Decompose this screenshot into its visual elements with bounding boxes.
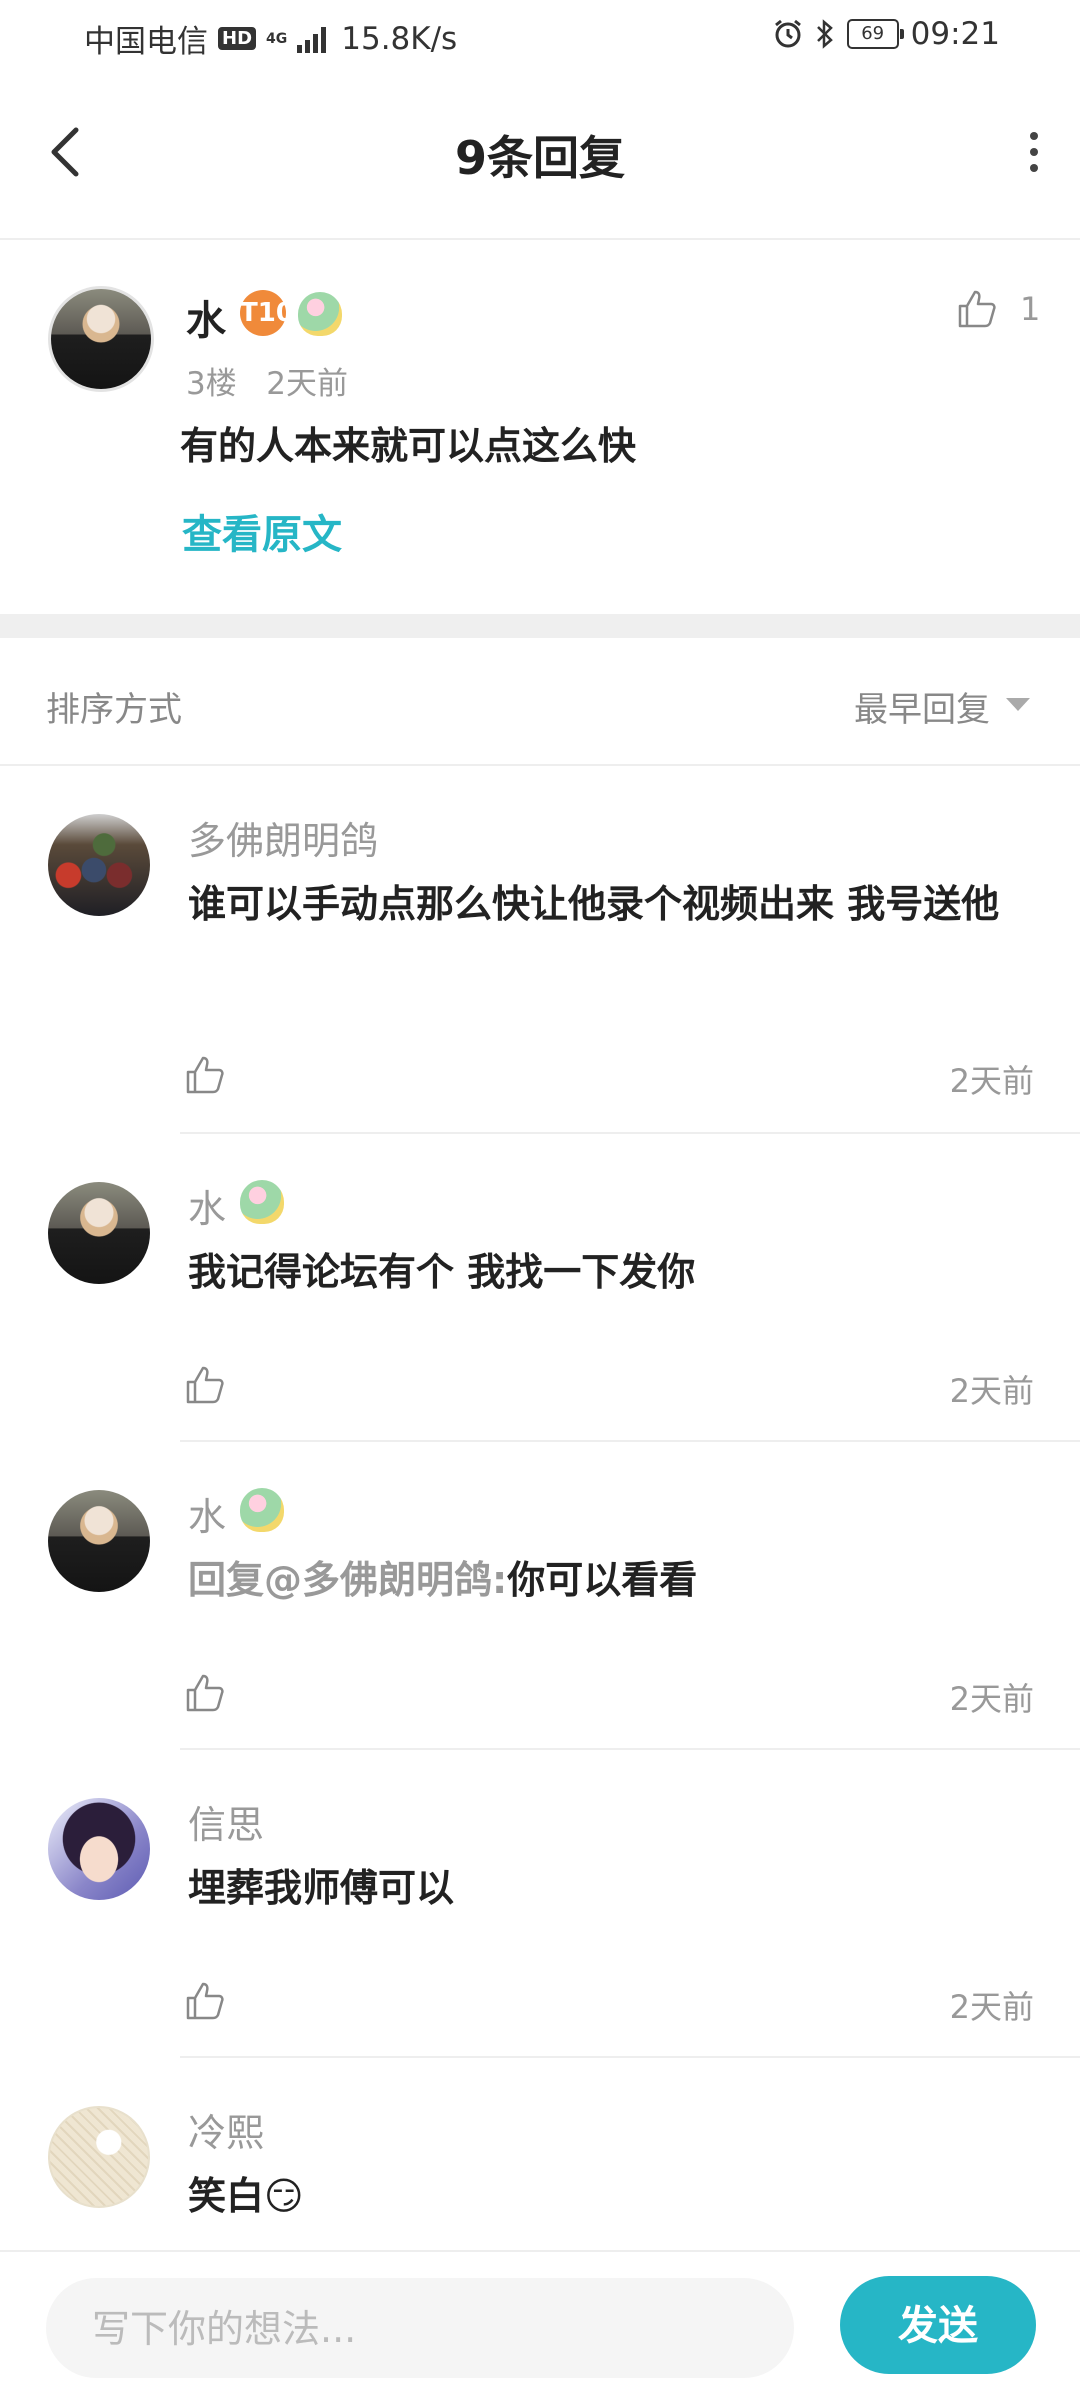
- bird-badge-icon: [240, 1488, 284, 1532]
- send-button[interactable]: 发送: [840, 2276, 1036, 2374]
- status-right: 69 09:21: [773, 16, 1000, 52]
- reply-text: 我记得论坛有个 我找一下发你: [188, 1250, 696, 1294]
- chevron-down-icon[interactable]: [1006, 698, 1030, 711]
- section-divider: [0, 614, 1080, 638]
- network-type: 4G: [266, 30, 288, 47]
- reply-text: 回复@多佛朗明鸽:你可以看看: [188, 1550, 1018, 1610]
- reply-time: 2天前: [949, 1372, 1034, 1410]
- reply-item: 水 我记得论坛有个 我找一下发你 2天前: [0, 1134, 1080, 1442]
- reply-text: 谁可以手动点那么快让他录个视频出来 我号送他: [188, 882, 1000, 926]
- reply-author[interactable]: 多佛朗明鸽: [188, 810, 378, 865]
- avatar[interactable]: [48, 286, 154, 392]
- status-left: 中国电信 HD 4G 15.8K/s: [84, 16, 457, 61]
- battery-icon: 69: [846, 19, 904, 49]
- mention-link[interactable]: 回复@多佛朗明鸽:: [188, 1558, 507, 1602]
- level-badge: T10: [240, 290, 294, 336]
- clock: 09:21: [910, 16, 1000, 52]
- sort-label: 排序方式: [46, 690, 182, 730]
- main-comment: 水 T10 1 3楼 2天前 有的人本来就可以点这么快 查看原文: [0, 240, 1080, 612]
- reply-time: 2天前: [949, 1680, 1034, 1718]
- avatar[interactable]: [48, 1182, 150, 1284]
- avatar[interactable]: [48, 1798, 150, 1900]
- sort-bar: 排序方式 最早回复: [0, 638, 1080, 766]
- reply-author[interactable]: 冷熙: [188, 2102, 264, 2157]
- reply-author[interactable]: 信思: [188, 1794, 264, 1849]
- bird-badge-icon: [240, 1180, 284, 1224]
- signal-icon: [297, 26, 327, 53]
- reply-item: 水 回复@多佛朗明鸽:你可以看看 2天前: [0, 1442, 1080, 1750]
- network-speed: 15.8K/s: [341, 20, 458, 57]
- thumbs-up-icon[interactable]: [184, 1364, 226, 1406]
- reply-text: 笑白😏: [188, 2174, 304, 2218]
- comment-meta: 3楼 2天前: [186, 358, 348, 403]
- comment-input-box[interactable]: [46, 2278, 794, 2380]
- more-vertical-icon[interactable]: [1024, 132, 1044, 178]
- hd-badge: HD: [218, 27, 257, 50]
- avatar[interactable]: [48, 2106, 150, 2208]
- floor-label: 3楼: [186, 366, 237, 402]
- comment-text: 有的人本来就可以点这么快: [180, 424, 637, 468]
- avatar[interactable]: [48, 1490, 150, 1592]
- sort-dropdown[interactable]: 最早回复: [854, 682, 990, 731]
- thumbs-up-icon[interactable]: [956, 288, 998, 330]
- reply-author[interactable]: 水: [188, 1486, 226, 1541]
- reply-text-body: 你可以看看: [507, 1558, 698, 1602]
- comment-composer: 发送: [0, 2250, 1080, 2402]
- page-title: 9条回复: [454, 131, 625, 185]
- view-original-link[interactable]: 查看原文: [182, 502, 342, 560]
- thumbs-up-icon[interactable]: [184, 1054, 226, 1096]
- comment-author[interactable]: 水: [186, 288, 226, 346]
- header-bar: 9条回复: [0, 72, 1080, 240]
- reply-author[interactable]: 水: [188, 1178, 226, 1233]
- reply-text: 埋葬我师傅可以: [188, 1866, 455, 1910]
- carrier-label: 中国电信: [84, 24, 208, 60]
- avatar[interactable]: [48, 814, 150, 916]
- bluetooth-icon: [816, 19, 833, 49]
- reply-item: 信思 埋葬我师傅可以 2天前: [0, 1750, 1080, 2058]
- bird-badge-icon: [298, 292, 342, 336]
- comment-input[interactable]: [90, 2278, 774, 2380]
- thumbs-up-icon[interactable]: [184, 1672, 226, 1714]
- reply-item: 多佛朗明鸽 谁可以手动点那么快让他录个视频出来 我号送他 2天前: [0, 766, 1080, 1134]
- status-bar: 中国电信 HD 4G 15.8K/s 69 09:21: [0, 0, 1080, 72]
- reply-time: 2天前: [949, 1988, 1034, 2026]
- reply-time: 2天前: [949, 1062, 1034, 1100]
- comment-time: 2天前: [266, 366, 349, 402]
- like-count: 1: [1020, 290, 1041, 328]
- alarm-icon: [774, 19, 801, 48]
- thumbs-up-icon[interactable]: [184, 1980, 226, 2022]
